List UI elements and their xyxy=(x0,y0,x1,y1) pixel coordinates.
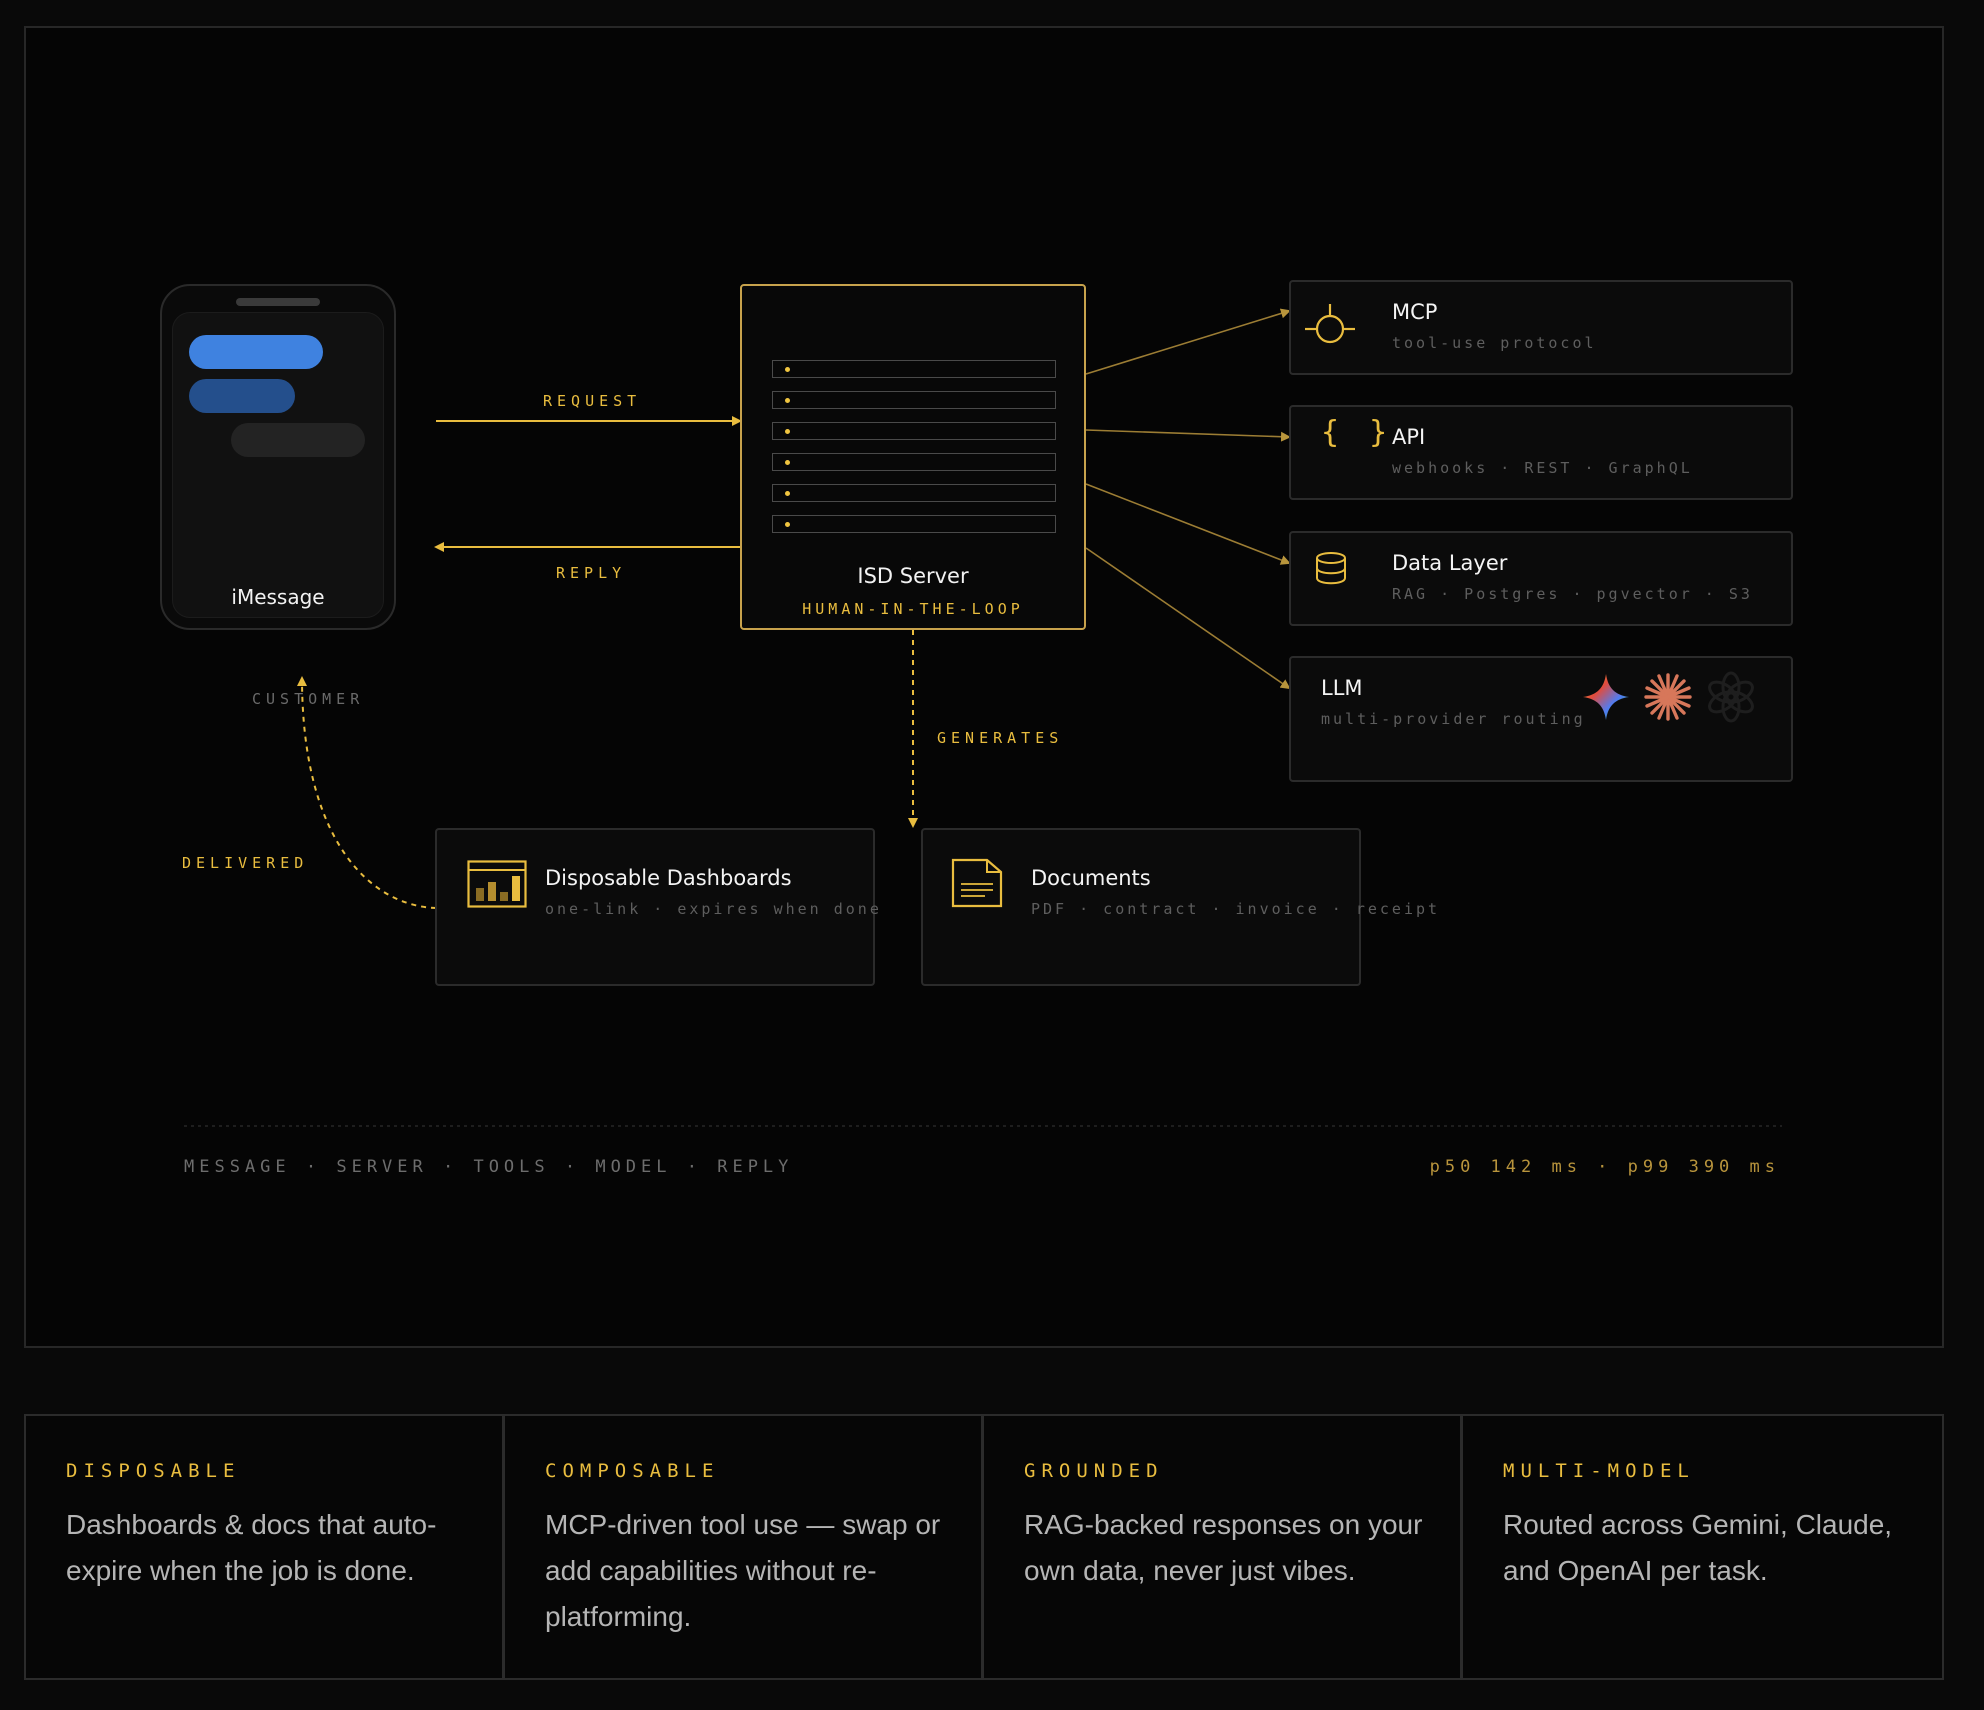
claude-icon xyxy=(1644,673,1692,721)
server-subtitle: HUMAN-IN-THE-LOOP xyxy=(802,600,1024,618)
server-rack-row xyxy=(772,453,1056,471)
database-icon xyxy=(1316,552,1346,585)
api-subtitle: webhooks · REST · GraphQL xyxy=(1392,459,1693,477)
request-label: REQUEST xyxy=(543,392,642,410)
feature-text: Dashboards & docs that auto-expire when … xyxy=(66,1509,437,1586)
feature-disposable: DISPOSABLE Dashboards & docs that auto-e… xyxy=(24,1414,504,1680)
pipeline-steps: MESSAGE · SERVER · TOOLS · MODEL · REPLY xyxy=(184,1157,794,1177)
bar-chart-icon xyxy=(467,860,527,908)
status-led xyxy=(785,491,790,496)
feature-multi-model: MULTI-MODEL Routed across Gemini, Claude… xyxy=(1461,1414,1944,1680)
data-layer-card: Data Layer RAG · Postgres · pgvector · S… xyxy=(1289,531,1793,626)
imessage-label: iMessage xyxy=(231,585,325,609)
server-title: ISD Server xyxy=(857,564,969,588)
phone-screen: iMessage xyxy=(172,312,384,618)
customer-caption: CUSTOMER xyxy=(252,690,365,708)
mcp-link xyxy=(1085,308,1291,375)
llm-title: LLM xyxy=(1321,676,1363,700)
document-icon xyxy=(951,858,1003,908)
feature-heading: GROUNDED xyxy=(1024,1460,1164,1482)
documents-card: Documents PDF · contract · invoice · rec… xyxy=(921,828,1437,986)
server-rack-row xyxy=(772,515,1056,533)
status-led xyxy=(785,429,790,434)
llm-card: LLM multi-provider routing xyxy=(1289,656,1793,782)
generates-label: GENERATES xyxy=(937,729,1064,747)
feature-grounded: GROUNDED RAG-backed responses on your ow… xyxy=(982,1414,1462,1680)
dashboards-subtitle: one-link · expires when done xyxy=(545,900,882,918)
dashboards-title: Disposable Dashboards xyxy=(545,866,792,890)
phone-notch xyxy=(236,298,320,306)
mcp-subtitle: tool-use protocol xyxy=(1392,334,1597,352)
data-layer-title: Data Layer xyxy=(1392,551,1508,575)
delivered-label: DELIVERED xyxy=(182,854,309,872)
feature-text: MCP-driven tool use — swap or add capabi… xyxy=(545,1509,941,1632)
llm-subtitle: multi-provider routing xyxy=(1321,710,1586,728)
feature-heading: MULTI-MODEL xyxy=(1503,1460,1695,1482)
crosshair-icon xyxy=(1305,304,1355,344)
status-led xyxy=(785,398,790,403)
feature-heading: COMPOSABLE xyxy=(545,1460,720,1482)
llm-link xyxy=(1085,547,1291,690)
status-led xyxy=(785,460,790,465)
api-title: API xyxy=(1392,425,1426,449)
feature-composable: COMPOSABLE MCP-driven tool use — swap or… xyxy=(503,1414,983,1680)
server-rack-row xyxy=(772,391,1056,409)
status-led xyxy=(785,522,790,527)
documents-subtitle: PDF · contract · invoice · receipt xyxy=(1031,900,1441,918)
disposable-dashboards-card: Disposable Dashboards one-link · expires… xyxy=(435,828,879,986)
openai-icon xyxy=(1708,671,1754,723)
mcp-title: MCP xyxy=(1392,300,1438,324)
delivered-arrow xyxy=(297,676,437,909)
braces-icon: { } xyxy=(1321,415,1394,450)
reply-label: REPLY xyxy=(556,564,627,582)
documents-title: Documents xyxy=(1031,866,1151,890)
feature-heading: DISPOSABLE xyxy=(66,1460,241,1482)
message-bubble xyxy=(189,379,295,413)
server-rack-row xyxy=(772,360,1056,378)
status-led xyxy=(785,367,790,372)
message-bubble xyxy=(189,335,323,369)
server-rack-row xyxy=(772,484,1056,502)
data-layer-subtitle: RAG · Postgres · pgvector · S3 xyxy=(1392,585,1753,603)
isd-server: ISD Server HUMAN-IN-THE-LOOP xyxy=(740,284,1086,630)
gemini-icon xyxy=(1583,674,1629,720)
api-link xyxy=(1085,429,1291,442)
feature-text: Routed across Gemini, Claude, and OpenAI… xyxy=(1503,1509,1893,1586)
data-link xyxy=(1085,483,1291,565)
customer-phone: iMessage xyxy=(160,284,396,630)
message-bubble xyxy=(231,423,365,457)
server-rack-row xyxy=(772,422,1056,440)
latency-readout: p50 142 ms · p99 390 ms xyxy=(1429,1157,1780,1177)
api-card: { } API webhooks · REST · GraphQL xyxy=(1289,405,1793,500)
mcp-card: MCP tool-use protocol xyxy=(1289,280,1793,375)
feature-text: RAG-backed responses on your own data, n… xyxy=(1024,1509,1423,1586)
